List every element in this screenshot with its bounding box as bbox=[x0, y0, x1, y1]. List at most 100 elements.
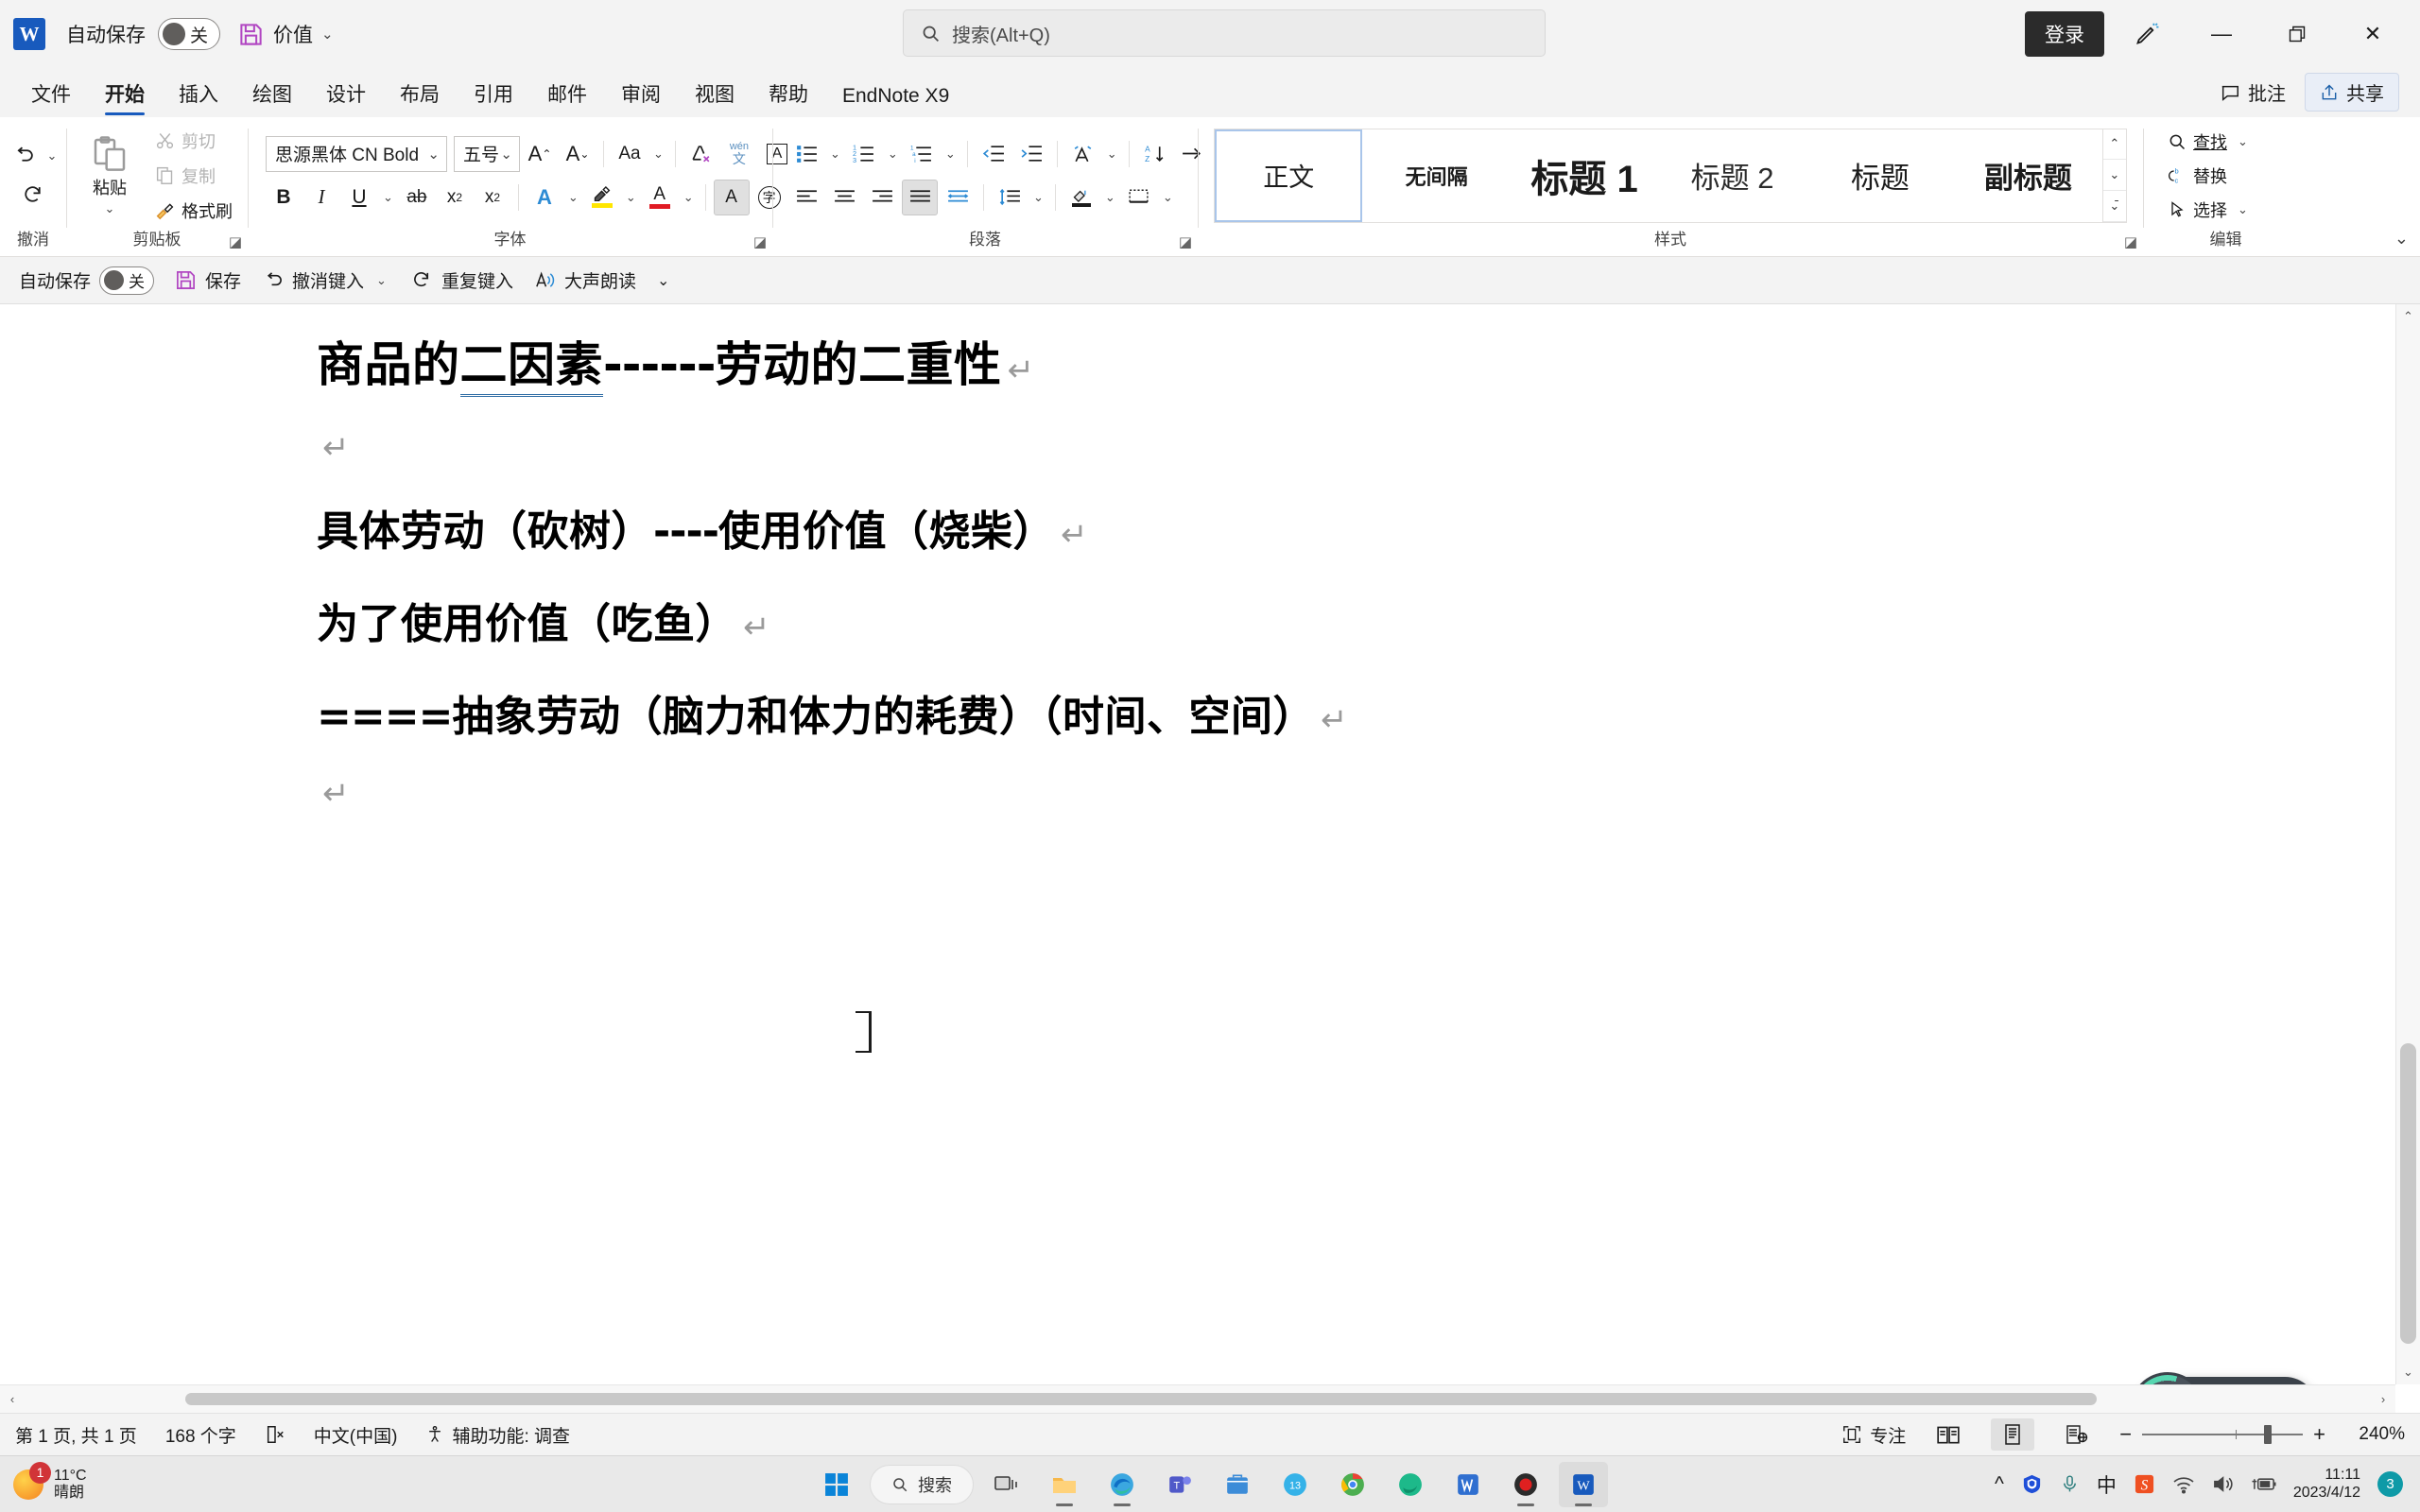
copy-button[interactable]: 复制 bbox=[148, 161, 239, 191]
document-page[interactable]: 商品的二因素------劳动的二重性 ↵ ↵ 具体劳动（砍树）----使用价值（烧… bbox=[0, 304, 2395, 1384]
undo-button[interactable] bbox=[6, 138, 42, 174]
shading-button[interactable] bbox=[1063, 180, 1099, 215]
print-layout-button[interactable] bbox=[1991, 1418, 2035, 1451]
paragraph-dialog-launcher[interactable]: ◪ bbox=[1179, 233, 1192, 250]
chrome-browser-button[interactable] bbox=[1328, 1462, 1377, 1507]
edge-dev-button[interactable] bbox=[1386, 1462, 1435, 1507]
font-dialog-launcher[interactable]: ◪ bbox=[753, 233, 767, 250]
line-spacing-button[interactable] bbox=[992, 180, 1028, 215]
chevron-down-icon[interactable]: ⌄ bbox=[427, 146, 440, 163]
tab-endnote[interactable]: EndNote X9 bbox=[826, 80, 965, 117]
format-painter-button[interactable]: 格式刷 bbox=[148, 196, 239, 226]
clear-formatting-button[interactable] bbox=[683, 136, 719, 172]
qat-redo[interactable]: 重复键入 bbox=[406, 265, 519, 296]
netease-music-button[interactable]: 13 bbox=[1270, 1462, 1320, 1507]
minimize-button[interactable]: — bbox=[2187, 9, 2256, 59]
wps-office-button[interactable] bbox=[1443, 1462, 1493, 1507]
clipboard-dialog-launcher[interactable]: ◪ bbox=[229, 233, 242, 250]
qat-more-button[interactable]: ⌄ bbox=[651, 268, 675, 293]
qat-save[interactable]: 保存 bbox=[169, 265, 247, 296]
tab-help[interactable]: 帮助 bbox=[752, 75, 824, 117]
edge-browser-button[interactable] bbox=[1098, 1462, 1147, 1507]
select-dropdown[interactable]: ⌄ bbox=[2234, 202, 2252, 217]
wifi-icon[interactable] bbox=[2172, 1475, 2195, 1494]
weather-widget[interactable]: 1 11°C 晴朗 bbox=[13, 1461, 87, 1502]
tab-draw[interactable]: 绘图 bbox=[236, 75, 308, 117]
align-center-button[interactable] bbox=[826, 180, 862, 215]
accessibility-status[interactable]: 辅助功能: 调查 bbox=[425, 1422, 570, 1448]
zoom-slider[interactable]: − + bbox=[2119, 1422, 2325, 1447]
tab-insert[interactable]: 插入 bbox=[163, 75, 234, 117]
font-color-dropdown[interactable]: ⌄ bbox=[680, 190, 698, 205]
style-normal[interactable]: 正文 bbox=[1215, 129, 1363, 222]
superscript-button[interactable]: x2 bbox=[475, 180, 510, 215]
gallery-more[interactable]: ⌄̄ bbox=[2102, 191, 2127, 222]
teams-button[interactable]: T bbox=[1155, 1462, 1204, 1507]
chevron-down-icon[interactable]: ⌄ bbox=[321, 26, 334, 43]
tab-view[interactable]: 视图 bbox=[679, 75, 751, 117]
tab-file[interactable]: 文件 bbox=[15, 75, 87, 117]
tab-review[interactable]: 审阅 bbox=[605, 75, 677, 117]
tab-references[interactable]: 引用 bbox=[458, 75, 529, 117]
redo-button[interactable] bbox=[15, 178, 51, 214]
distribute-button[interactable] bbox=[940, 180, 976, 215]
decrease-indent-button[interactable] bbox=[976, 136, 1011, 172]
style-subtitle[interactable]: 副标题 bbox=[1954, 129, 2101, 222]
taskbar-search[interactable]: 搜索 bbox=[870, 1464, 974, 1504]
subscript-button[interactable]: x2 bbox=[437, 180, 473, 215]
qat-undo-dropdown[interactable]: ⌄ bbox=[372, 273, 390, 288]
align-justify-button[interactable] bbox=[902, 179, 938, 215]
tab-mailings[interactable]: 邮件 bbox=[531, 75, 603, 117]
vertical-scroll-thumb[interactable] bbox=[2400, 1043, 2416, 1344]
chevron-up-icon[interactable]: ^ bbox=[1995, 1473, 2004, 1496]
qat-undo[interactable]: 撤消键入 ⌄ bbox=[256, 265, 396, 296]
ime-indicator[interactable]: 中 bbox=[2097, 1470, 2117, 1499]
autosave-toggle[interactable]: 关 bbox=[158, 18, 220, 50]
style-heading2[interactable]: 标题 2 bbox=[1658, 129, 1806, 222]
file-explorer-button[interactable] bbox=[1040, 1462, 1089, 1507]
web-layout-button[interactable] bbox=[2055, 1418, 2099, 1451]
multilevel-list-button[interactable]: 1 a i bbox=[904, 136, 940, 172]
gallery-scroll-up[interactable]: ⌃ bbox=[2102, 129, 2127, 161]
font-name-combo[interactable]: 思源黑体 CN Bold ⌄ bbox=[266, 135, 447, 172]
autosave-control[interactable]: 自动保存 关 bbox=[66, 18, 220, 50]
shading-dropdown[interactable]: ⌄ bbox=[1101, 190, 1119, 205]
vertical-scrollbar[interactable]: ⌃ ⌄ bbox=[2395, 304, 2420, 1384]
qat-autosave[interactable]: 自动保存 关 bbox=[13, 264, 160, 298]
undo-dropdown[interactable]: ⌄ bbox=[43, 148, 61, 163]
microphone-icon[interactable] bbox=[2060, 1474, 2080, 1494]
bullets-dropdown[interactable]: ⌄ bbox=[826, 146, 844, 162]
font-size-combo[interactable]: 五号 ⌄ bbox=[454, 135, 520, 172]
chevron-down-icon[interactable]: ⌄ bbox=[500, 146, 512, 163]
notification-badge[interactable]: 3 bbox=[2377, 1471, 2403, 1497]
align-right-button[interactable] bbox=[864, 180, 900, 215]
line-spacing-dropdown[interactable]: ⌄ bbox=[1029, 190, 1047, 205]
scroll-down-button[interactable]: ⌄ bbox=[2396, 1360, 2420, 1384]
zoom-in-button[interactable]: + bbox=[2313, 1422, 2325, 1447]
change-case-dropdown[interactable]: ⌄ bbox=[649, 146, 667, 162]
bold-button[interactable]: B bbox=[266, 180, 302, 215]
page-info[interactable]: 第 1 页, 共 1 页 bbox=[15, 1422, 137, 1448]
proofing-icon[interactable] bbox=[265, 1424, 285, 1445]
replace-button[interactable]: b c 替换 bbox=[2161, 161, 2234, 191]
strikethrough-button[interactable]: ab bbox=[399, 180, 435, 215]
save-icon[interactable] bbox=[233, 17, 268, 51]
change-case-button[interactable]: Aa bbox=[612, 136, 648, 172]
paste-button[interactable]: 粘贴 ⌄ bbox=[75, 131, 145, 220]
scroll-left-button[interactable]: ‹ bbox=[0, 1392, 25, 1406]
horizontal-scrollbar[interactable]: ‹ › bbox=[0, 1384, 2395, 1413]
language-indicator[interactable]: 中文(中国) bbox=[314, 1422, 398, 1448]
qat-autosave-toggle[interactable]: 关 bbox=[99, 266, 155, 295]
sogou-icon[interactable]: S bbox=[2134, 1473, 2155, 1495]
shrink-font-button[interactable]: A ⌄ bbox=[560, 136, 596, 172]
share-button[interactable]: 共享 bbox=[2305, 73, 2399, 112]
speaker-icon[interactable] bbox=[2212, 1474, 2234, 1494]
numbering-dropdown[interactable]: ⌄ bbox=[884, 146, 902, 162]
style-heading1[interactable]: 标题 1 bbox=[1511, 129, 1658, 222]
sort-button[interactable]: A Z bbox=[1137, 136, 1173, 172]
italic-button[interactable]: I bbox=[303, 180, 339, 215]
gallery-scroll-down[interactable]: ⌄ bbox=[2102, 160, 2127, 191]
close-button[interactable]: ✕ bbox=[2339, 9, 2407, 59]
cjk-layout-dropdown[interactable]: ⌄ bbox=[1103, 146, 1121, 162]
qat-read-aloud[interactable]: 大声朗读 bbox=[528, 265, 642, 296]
